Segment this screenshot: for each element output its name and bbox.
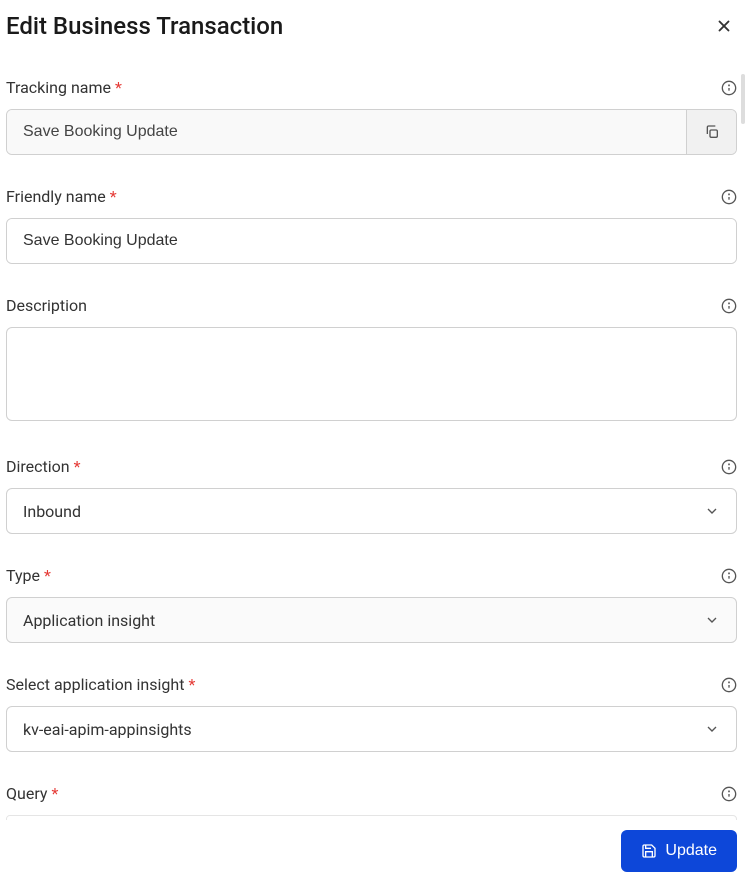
app-insight-value: kv-eai-apim-appinsights: [23, 720, 704, 739]
app-insight-select[interactable]: kv-eai-apim-appinsights: [6, 706, 737, 752]
copy-icon: [704, 124, 720, 140]
page-title: Edit Business Transaction: [6, 12, 283, 40]
save-icon: [641, 843, 657, 859]
tracking-name-info[interactable]: [721, 80, 737, 96]
app-insight-label: Select application insight*: [6, 675, 195, 694]
type-label: Type*: [6, 566, 51, 585]
description-input[interactable]: [6, 327, 737, 421]
type-info[interactable]: [721, 568, 737, 584]
type-select[interactable]: Application insight: [6, 597, 737, 643]
update-button[interactable]: Update: [621, 830, 737, 872]
type-value: Application insight: [23, 611, 704, 630]
query-info[interactable]: [721, 786, 737, 802]
friendly-name-label: Friendly name*: [6, 187, 117, 206]
info-icon: [721, 80, 737, 96]
copy-tracking-name-button[interactable]: [686, 110, 736, 154]
info-icon: [721, 568, 737, 584]
tracking-name-input[interactable]: [7, 110, 686, 154]
update-button-label: Update: [665, 842, 717, 860]
query-label: Query*: [6, 784, 58, 803]
info-icon: [721, 459, 737, 475]
direction-label: Direction*: [6, 457, 81, 476]
direction-value: Inbound: [23, 502, 704, 521]
chevron-down-icon: [704, 612, 720, 628]
friendly-name-input[interactable]: [7, 219, 736, 263]
info-icon: [721, 786, 737, 802]
close-button[interactable]: [711, 13, 737, 39]
description-info[interactable]: [721, 298, 737, 314]
direction-info[interactable]: [721, 459, 737, 475]
description-label: Description: [6, 296, 87, 315]
info-icon: [721, 189, 737, 205]
app-insight-info[interactable]: [721, 677, 737, 693]
close-icon: [715, 17, 733, 35]
tracking-name-label: Tracking name*: [6, 78, 122, 97]
chevron-down-icon: [704, 721, 720, 737]
direction-select[interactable]: Inbound: [6, 488, 737, 534]
panel-scrollbar[interactable]: [741, 74, 745, 124]
info-icon: [721, 677, 737, 693]
chevron-down-icon: [704, 503, 720, 519]
info-icon: [721, 298, 737, 314]
friendly-name-info[interactable]: [721, 189, 737, 205]
